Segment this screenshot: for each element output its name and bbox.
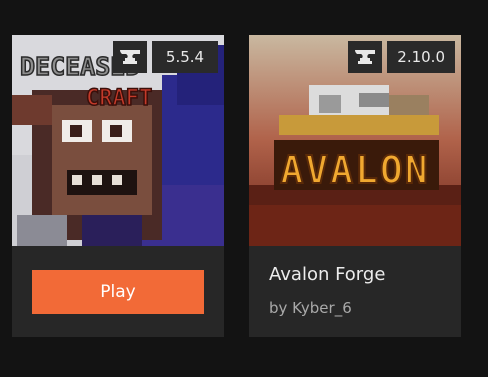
modpack-card-deceasedcraft[interactable]: DECEASED CRAFT 5.5.4 Play: [12, 35, 224, 337]
modpack-title[interactable]: Avalon Forge: [269, 264, 385, 285]
badge-group: 5.5.4: [113, 41, 218, 73]
version-badge: 5.5.4: [152, 41, 218, 73]
loader-badge: [348, 41, 383, 73]
badge-group: 2.10.0: [348, 41, 455, 73]
loader-badge: [113, 41, 147, 73]
version-badge: 2.10.0: [387, 41, 455, 73]
play-button[interactable]: Play: [32, 270, 204, 314]
art-subtitle: CRAFT: [86, 86, 152, 111]
anvil-icon: [355, 50, 376, 64]
modpack-card-avalon-forge[interactable]: AVALON 2.10.0 Avalon Forge by Kyber_6: [249, 35, 461, 337]
anvil-icon: [120, 50, 140, 64]
modpack-author: by Kyber_6: [269, 299, 352, 317]
art-title: AVALON: [280, 148, 429, 192]
